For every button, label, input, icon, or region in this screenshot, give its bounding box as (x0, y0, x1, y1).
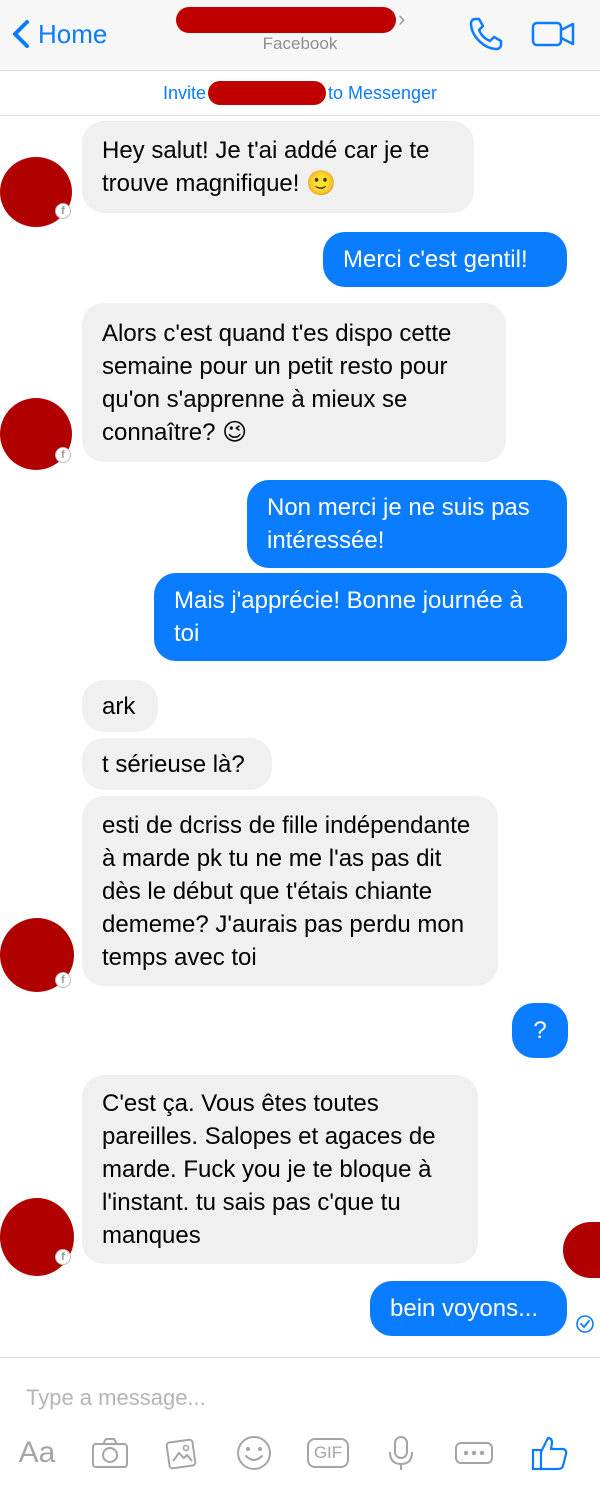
facebook-badge-icon: f (55, 972, 71, 988)
more-icon[interactable] (454, 1430, 494, 1476)
chevron-right-icon: › (398, 6, 406, 31)
phone-icon[interactable] (466, 14, 506, 54)
invite-suffix: to Messenger (327, 82, 438, 103)
photo-icon[interactable] (162, 1430, 202, 1476)
facebook-badge-icon: f (55, 1249, 71, 1265)
header-subtitle: Facebook (262, 34, 338, 53)
incoming-message[interactable]: C'est ça. Vous êtes toutes pareilles. Sa… (82, 1075, 478, 1264)
gif-button[interactable]: GIF (305, 1430, 351, 1476)
invitee-name-redacted (207, 81, 326, 105)
text-format-button[interactable]: Aa (14, 1430, 60, 1476)
facebook-badge-icon: f (55, 447, 71, 463)
invite-prefix: Invite (162, 82, 206, 103)
like-icon[interactable] (528, 1430, 572, 1476)
message-input[interactable] (24, 1380, 548, 1416)
outgoing-message[interactable]: Non merci je ne suis pas intéressée! (247, 480, 567, 568)
message-composer: Aa GIF (0, 1357, 600, 1486)
outgoing-message[interactable]: Mais j'apprécie! Bonne journée à toi (154, 573, 567, 661)
outgoing-message[interactable]: bein voyons... (370, 1281, 567, 1336)
incoming-message[interactable]: Hey salut! Je t'ai addé car je te trouve… (82, 121, 474, 213)
delivered-check-icon (576, 1315, 594, 1333)
outgoing-message[interactable]: Merci c'est gentil! (323, 232, 567, 287)
mic-icon[interactable] (384, 1430, 418, 1476)
conversation-header: Home › Facebook (0, 0, 600, 71)
contact-name-redacted[interactable] (176, 7, 396, 33)
camera-icon[interactable] (88, 1430, 132, 1476)
seen-avatar-redacted (563, 1222, 600, 1278)
incoming-message[interactable]: ark (82, 680, 158, 732)
invite-to-messenger-bar[interactable]: Invite to Messenger (0, 71, 600, 116)
incoming-message[interactable]: t sérieuse là? (82, 738, 272, 790)
gif-label: GIF (306, 1438, 350, 1468)
incoming-message[interactable]: Alors c'est quand t'es dispo cette semai… (82, 303, 506, 462)
emoji-icon[interactable] (234, 1430, 274, 1476)
facebook-badge-icon: f (55, 203, 71, 219)
incoming-message[interactable]: esti de dcriss de fille indépendante à m… (82, 796, 498, 986)
video-camera-icon[interactable] (530, 16, 576, 52)
outgoing-message[interactable]: ? (512, 1003, 568, 1058)
